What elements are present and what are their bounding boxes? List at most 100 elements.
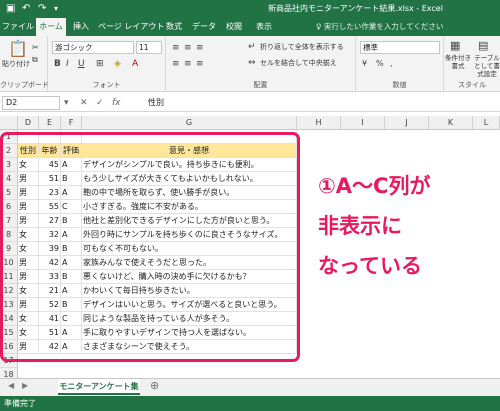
table-cell[interactable]: かわいくて毎日持ち歩きたい。 xyxy=(82,284,297,298)
header-cell-comment[interactable]: 意見・感想 xyxy=(82,144,297,158)
row-header[interactable]: 3 xyxy=(0,158,18,172)
next-sheet-icon[interactable]: ▶ xyxy=(22,381,28,390)
row-header[interactable]: 17 xyxy=(0,354,18,368)
percent-icon[interactable]: % xyxy=(376,58,384,70)
table-cell[interactable]: 42 xyxy=(39,256,61,270)
table-cell[interactable]: デザインはいいと思う。サイズが選べると良いと思う。 xyxy=(82,298,297,312)
align-top-icon[interactable]: ≡ xyxy=(172,42,180,54)
paste-button[interactable]: 貼り付け xyxy=(2,60,30,69)
row-header[interactable]: 10 xyxy=(0,256,18,270)
cell[interactable] xyxy=(39,130,61,144)
table-cell[interactable]: A xyxy=(61,326,82,340)
table-cell[interactable]: 45 xyxy=(39,158,61,172)
paste-icon[interactable]: 📋 xyxy=(8,40,28,58)
table-cell[interactable]: B xyxy=(61,242,82,256)
column-header[interactable]: J xyxy=(385,116,429,130)
table-cell[interactable]: 家族みんなで使えそうだと思った。 xyxy=(82,256,297,270)
tab-formulas[interactable]: 数式 xyxy=(162,18,186,36)
table-cell[interactable]: 悪くないけど、購入時の決め手に欠けるかも？ xyxy=(82,270,297,284)
table-cell[interactable]: 41 xyxy=(39,312,61,326)
table-cell[interactable]: 男 xyxy=(18,186,39,200)
select-all-corner[interactable] xyxy=(0,116,18,130)
table-cell[interactable]: 手に取りやすいデザインで持つ人を選ばない。 xyxy=(82,326,297,340)
enter-icon[interactable]: ✓ xyxy=(96,96,104,110)
table-cell[interactable]: 可もなく不可もない。 xyxy=(82,242,297,256)
name-box[interactable]: D2 xyxy=(2,96,60,110)
format-as-table-icon[interactable]: ▤ xyxy=(478,40,488,52)
number-format-select[interactable]: 標準 xyxy=(360,41,440,54)
font-size-select[interactable]: 11 xyxy=(136,41,162,54)
table-cell[interactable]: 女 xyxy=(18,158,39,172)
table-cell[interactable]: 男 xyxy=(18,256,39,270)
align-center-icon[interactable]: ≡ xyxy=(184,58,192,70)
table-cell[interactable]: 51 xyxy=(39,172,61,186)
cut-icon[interactable]: ✂ xyxy=(32,42,39,54)
table-cell[interactable]: 女 xyxy=(18,326,39,340)
header-cell-gender[interactable]: 性別 xyxy=(18,144,39,158)
table-cell[interactable]: 男 xyxy=(18,270,39,284)
merge-center-button[interactable]: セルを結合して中央揃え xyxy=(260,59,337,68)
table-cell[interactable]: C xyxy=(61,200,82,214)
table-cell[interactable]: 52 xyxy=(39,298,61,312)
table-cell[interactable]: 23 xyxy=(39,186,61,200)
table-cell[interactable]: 他社と差別化できるデザインにした方が良いと思う。 xyxy=(82,214,297,228)
row-header[interactable]: 5 xyxy=(0,186,18,200)
table-cell[interactable]: A xyxy=(61,228,82,242)
table-cell[interactable]: 42 xyxy=(39,340,61,354)
row-header[interactable]: 2 xyxy=(0,144,18,158)
conditional-format-button[interactable]: 条件付き書式 xyxy=(444,54,472,70)
table-cell[interactable]: 21 xyxy=(39,284,61,298)
row-header[interactable]: 11 xyxy=(0,270,18,284)
table-cell[interactable]: さまざまなシーンで使えそう。 xyxy=(82,340,297,354)
cancel-icon[interactable]: ✕ xyxy=(80,96,88,110)
table-cell[interactable]: A xyxy=(61,340,82,354)
wrap-text-button[interactable]: 折り返して全体を表示する xyxy=(260,43,344,52)
table-cell[interactable]: A xyxy=(61,158,82,172)
table-cell[interactable]: 鞄の中で場所を取らず、使い勝手が良い。 xyxy=(82,186,297,200)
undo-icon[interactable]: ↶ xyxy=(22,3,30,15)
row-header[interactable]: 12 xyxy=(0,284,18,298)
tell-me-search[interactable]: ♀ 実行したい作業を入力してください xyxy=(316,18,443,36)
align-bottom-icon[interactable]: ≡ xyxy=(196,42,204,54)
tab-home[interactable]: ホーム xyxy=(36,18,66,36)
table-cell[interactable]: 女 xyxy=(18,242,39,256)
wrap-text-icon[interactable]: ↵ xyxy=(248,41,256,53)
table-cell[interactable]: 33 xyxy=(39,270,61,284)
fill-color-icon[interactable]: ◈ xyxy=(114,58,121,70)
row-header[interactable]: 9 xyxy=(0,242,18,256)
column-header[interactable]: L xyxy=(473,116,500,130)
add-sheet-icon[interactable]: ⊕ xyxy=(150,379,159,392)
table-cell[interactable]: B xyxy=(61,214,82,228)
table-cell[interactable]: B xyxy=(61,298,82,312)
table-cell[interactable]: 女 xyxy=(18,284,39,298)
tab-insert[interactable]: 挿入 xyxy=(68,18,94,36)
cell[interactable] xyxy=(18,130,39,144)
row-header[interactable]: 18 xyxy=(0,368,18,378)
table-cell[interactable]: 男 xyxy=(18,298,39,312)
table-cell[interactable]: 51 xyxy=(39,326,61,340)
underline-button[interactable]: U xyxy=(78,58,85,70)
merge-icon[interactable]: ⇔ xyxy=(248,57,256,69)
table-cell[interactable]: 男 xyxy=(18,214,39,228)
align-left-icon[interactable]: ≡ xyxy=(172,58,180,70)
table-cell[interactable]: 女 xyxy=(18,228,39,242)
table-cell[interactable]: 27 xyxy=(39,214,61,228)
prev-sheet-icon[interactable]: ◀ xyxy=(8,381,14,390)
italic-button[interactable]: I xyxy=(66,58,69,70)
column-header[interactable]: E xyxy=(39,116,61,130)
header-cell-age[interactable]: 年齢 xyxy=(39,144,61,158)
table-cell[interactable]: 55 xyxy=(39,200,61,214)
row-header[interactable]: 15 xyxy=(0,326,18,340)
table-cell[interactable]: A xyxy=(61,256,82,270)
table-cell[interactable]: B xyxy=(61,172,82,186)
column-header[interactable]: F xyxy=(61,116,82,130)
namebox-dropdown-icon[interactable]: ▾ xyxy=(64,96,69,110)
copy-icon[interactable]: ⧉ xyxy=(32,54,38,66)
row-header[interactable]: 1 xyxy=(0,130,18,144)
comma-icon[interactable]: , xyxy=(390,58,393,70)
table-cell[interactable]: 同じような製品を持っている人が多そう。 xyxy=(82,312,297,326)
row-header[interactable]: 8 xyxy=(0,228,18,242)
cell[interactable] xyxy=(61,130,82,144)
table-cell[interactable]: 男 xyxy=(18,200,39,214)
tab-review[interactable]: 校閲 xyxy=(222,18,246,36)
